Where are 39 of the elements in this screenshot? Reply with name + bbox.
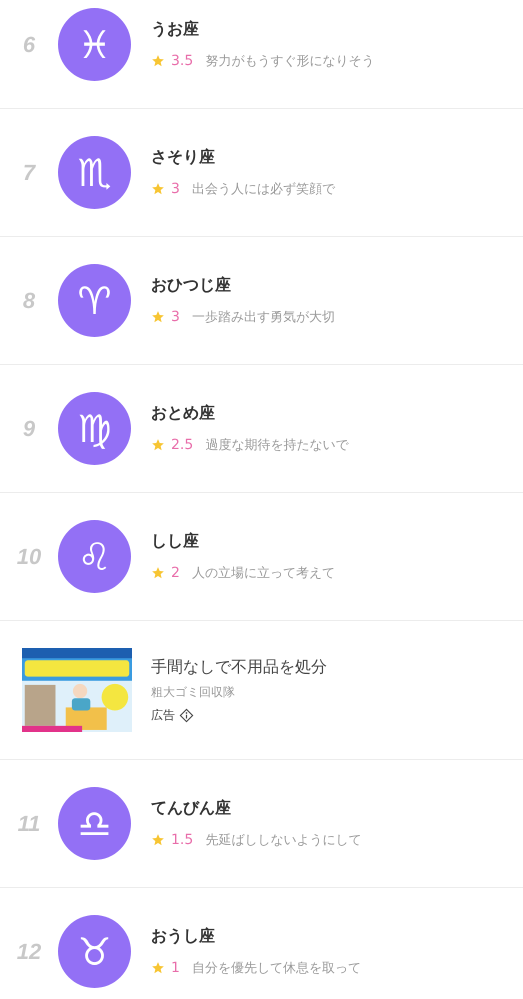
info-icon[interactable] xyxy=(179,708,194,722)
sign-name[interactable]: さそり座 xyxy=(151,147,335,168)
ad-label: 広告 xyxy=(151,706,175,724)
fortune-message: 先延ばししないようにして xyxy=(205,832,362,849)
advertiser-name: 粗大ゴミ回収隊 xyxy=(151,684,236,700)
zodiac-icon: ♏ xyxy=(58,136,131,209)
fortune-message: 人の立場に立って考えて xyxy=(192,565,335,582)
zodiac-icon: ♉ xyxy=(58,915,131,988)
star-icon xyxy=(151,54,165,68)
rating-value: 3.5 xyxy=(171,53,194,69)
zodiac-icon: ♓ xyxy=(58,8,131,81)
zodiac-icon: ♈ xyxy=(58,264,131,337)
star-icon xyxy=(151,438,165,452)
rating-value: 3 xyxy=(171,181,180,197)
ad-title[interactable]: 手間なしで不用品を処分 xyxy=(151,656,327,678)
rating-value: 2.5 xyxy=(171,437,194,453)
rating-value: 1 xyxy=(171,960,180,976)
star-icon xyxy=(151,566,165,580)
zodiac-icon: ♍ xyxy=(58,392,131,465)
sign-name[interactable]: うお座 xyxy=(151,19,374,40)
fortune-message: 自分を優先して休息を取って xyxy=(192,960,361,977)
star-icon xyxy=(151,961,165,975)
rating-value: 1.5 xyxy=(171,832,194,848)
rating-value: 3 xyxy=(171,309,180,325)
zodiac-icon: ♌ xyxy=(58,520,131,593)
fortune-message: 努力がもうすぐ形になりそう xyxy=(205,53,374,70)
star-icon xyxy=(151,833,165,847)
star-icon xyxy=(151,182,165,196)
sign-name[interactable]: おひつじ座 xyxy=(151,275,335,296)
fortune-message: 過度な期待を持たないで xyxy=(205,437,348,454)
rating-value: 2 xyxy=(171,565,180,581)
star-icon xyxy=(151,310,165,324)
zodiac-icon: ♎ xyxy=(58,787,131,860)
sign-name[interactable]: おとめ座 xyxy=(151,403,348,424)
sign-name[interactable]: しし座 xyxy=(151,531,335,552)
fortune-message: 出会う人には必ず笑顔で xyxy=(192,181,335,198)
fortune-message: 一歩踏み出す勇気が大切 xyxy=(192,309,335,326)
sign-name[interactable]: おうし座 xyxy=(151,926,361,947)
sign-name[interactable]: てんびん座 xyxy=(151,798,362,819)
